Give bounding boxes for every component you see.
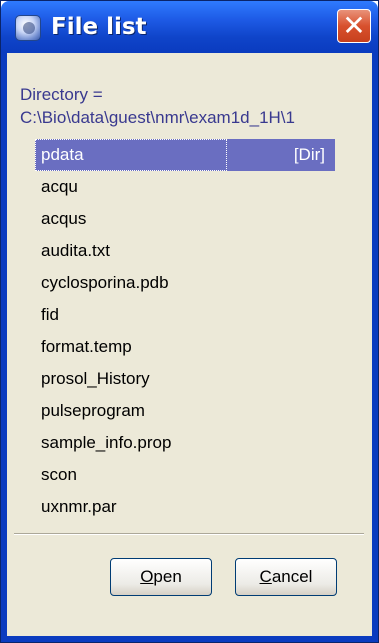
file-name: acqu bbox=[41, 177, 78, 196]
close-button[interactable]: ✕ bbox=[337, 9, 371, 43]
open-button[interactable]: Open bbox=[110, 558, 212, 596]
list-item[interactable]: sample_info.prop bbox=[35, 427, 335, 459]
close-icon: ✕ bbox=[342, 9, 366, 42]
file-name: fid bbox=[41, 305, 59, 324]
file-name: cyclosporina.pdb bbox=[41, 273, 169, 292]
file-list-dialog: File list ✕ Directory = C:\Bio\data\gues… bbox=[0, 0, 379, 643]
divider bbox=[14, 533, 364, 535]
file-list[interactable]: pdata [Dir] acqu acqus audita.txt cyclos… bbox=[35, 139, 335, 523]
cancel-label-rest: ancel bbox=[271, 567, 313, 586]
dir-tag: [Dir] bbox=[293, 145, 325, 164]
file-name: acqus bbox=[41, 209, 87, 228]
file-name: uxnmr.par bbox=[41, 497, 117, 516]
directory-label: Directory = bbox=[20, 85, 103, 104]
list-item[interactable]: format.temp bbox=[35, 331, 335, 363]
list-item[interactable]: acqus bbox=[35, 203, 335, 235]
cancel-mnemonic: C bbox=[259, 567, 272, 586]
dialog-body: Directory = C:\Bio\data\guest\nmr\exam1d… bbox=[1, 53, 378, 642]
list-item[interactable]: scon bbox=[35, 459, 335, 491]
cancel-button[interactable]: Cancel bbox=[235, 558, 337, 596]
open-mnemonic: O bbox=[140, 567, 154, 586]
open-label-rest: pen bbox=[153, 567, 182, 586]
list-item[interactable]: cyclosporina.pdb bbox=[35, 267, 335, 299]
file-name: prosol_History bbox=[41, 369, 150, 388]
window-title: File list bbox=[51, 14, 147, 40]
app-icon bbox=[15, 15, 41, 41]
list-item[interactable]: audita.txt bbox=[35, 235, 335, 267]
title-bar[interactable]: File list ✕ bbox=[1, 1, 378, 53]
list-item[interactable]: fid bbox=[35, 299, 335, 331]
file-name: scon bbox=[41, 465, 77, 484]
file-name: pulseprogram bbox=[41, 401, 145, 420]
file-name: sample_info.prop bbox=[41, 433, 172, 452]
list-item[interactable]: prosol_History bbox=[35, 363, 335, 395]
list-item[interactable]: pulseprogram bbox=[35, 395, 335, 427]
file-name: format.temp bbox=[41, 337, 132, 356]
list-item-pdata[interactable]: pdata [Dir] bbox=[35, 139, 335, 171]
list-item[interactable]: uxnmr.par bbox=[35, 491, 335, 523]
directory-path: C:\Bio\data\guest\nmr\exam1d_1H\1 bbox=[20, 108, 295, 127]
file-name: audita.txt bbox=[41, 241, 110, 260]
list-item[interactable]: acqu bbox=[35, 171, 335, 203]
